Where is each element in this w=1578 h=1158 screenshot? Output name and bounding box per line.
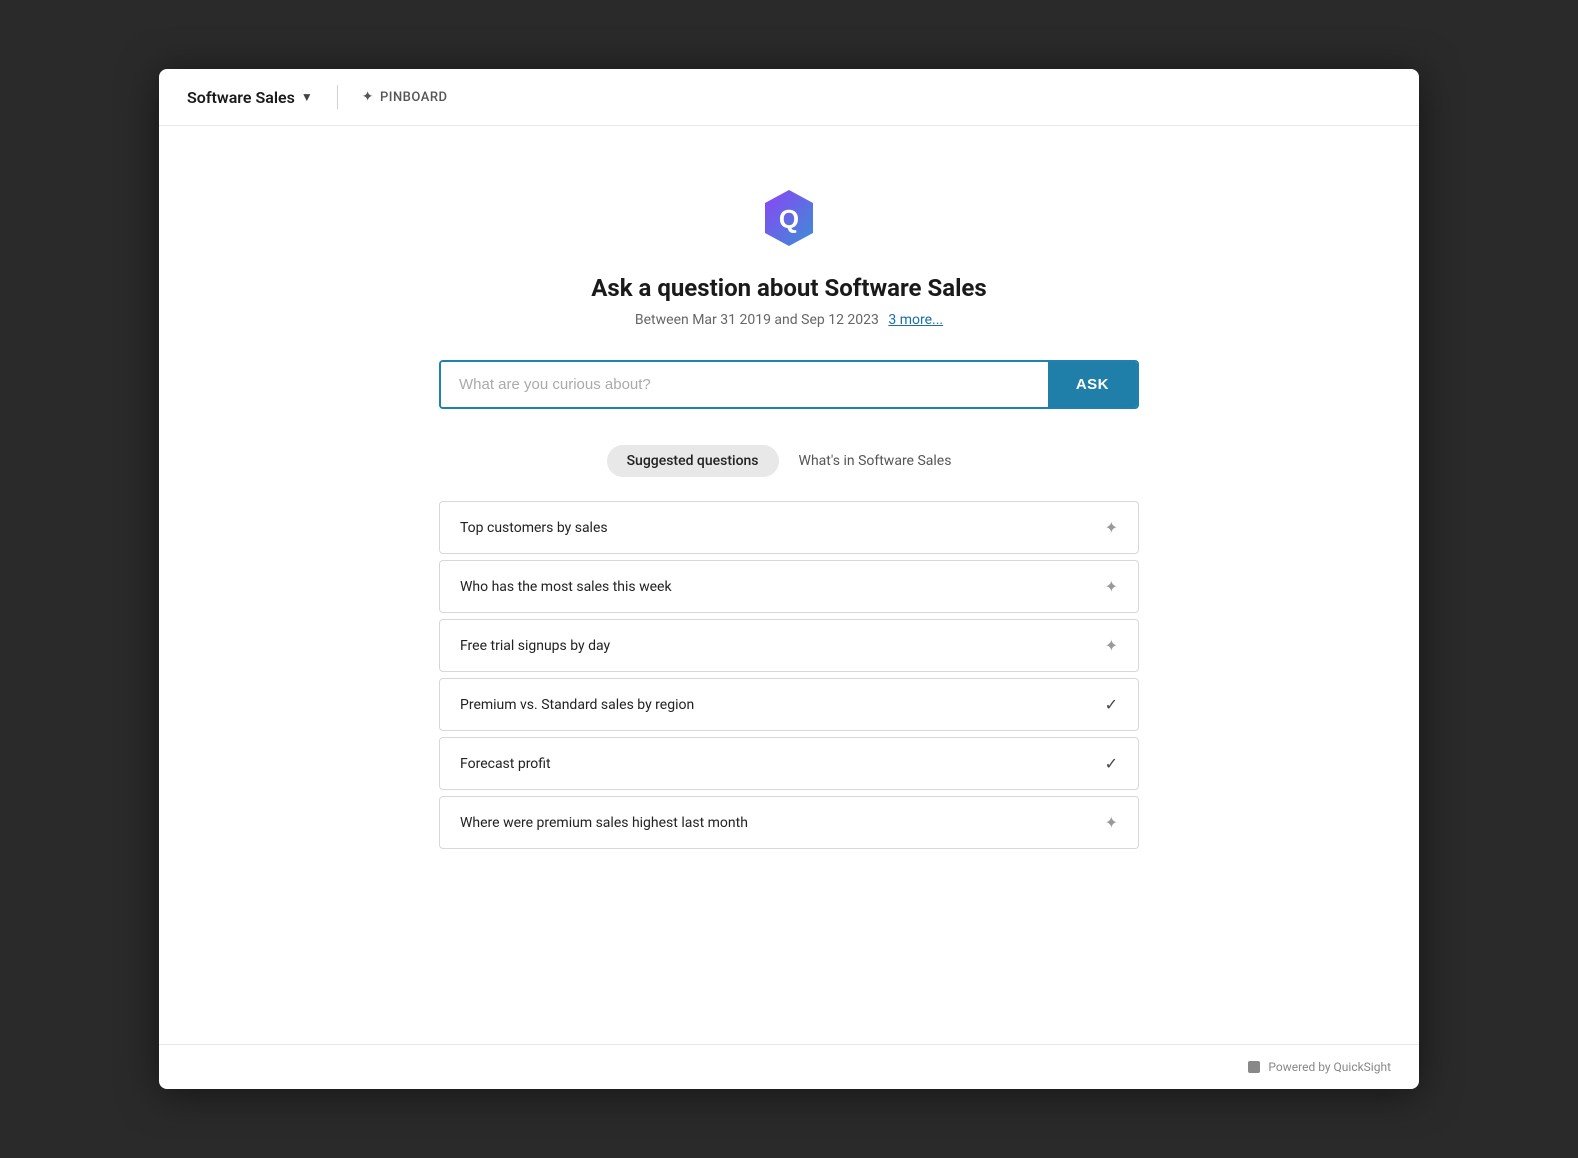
sparkle-icon-0: ✦	[1105, 518, 1118, 537]
question-text-0: Top customers by sales	[460, 520, 608, 536]
logo-container: Q	[757, 186, 821, 254]
powered-by-text: Powered by QuickSight	[1268, 1060, 1391, 1074]
question-text-3: Premium vs. Standard sales by region	[460, 697, 694, 713]
page-title: Ask a question about Software Sales	[591, 274, 986, 302]
sparkle-icon-2: ✦	[1105, 636, 1118, 655]
ask-button[interactable]: ASK	[1048, 362, 1137, 407]
tab-whats-in-software-sales[interactable]: What's in Software Sales	[779, 445, 972, 477]
pinboard-label: PINBOARD	[380, 90, 448, 105]
pin-icon: ✦	[362, 89, 374, 105]
search-input[interactable]	[441, 362, 1048, 407]
header: Software Sales ▼ ✦ PINBOARD	[159, 69, 1419, 126]
pinboard-nav[interactable]: ✦ PINBOARD	[362, 89, 448, 105]
sparkle-icon-5: ✦	[1105, 813, 1118, 832]
question-text-1: Who has the most sales this week	[460, 579, 672, 595]
question-text-2: Free trial signups by day	[460, 638, 610, 654]
question-item-1[interactable]: Who has the most sales this week ✦	[439, 560, 1139, 613]
questions-list: Top customers by sales ✦ Who has the mos…	[439, 501, 1139, 849]
question-text-4: Forecast profit	[460, 756, 551, 772]
powered-by: Powered by QuickSight	[1246, 1059, 1391, 1075]
brand-name: Software Sales	[187, 88, 295, 107]
question-item-2[interactable]: Free trial signups by day ✦	[439, 619, 1139, 672]
page-subtitle: Between Mar 31 2019 and Sep 12 2023 3 mo…	[635, 312, 943, 328]
check-icon-4: ✓	[1105, 754, 1118, 773]
sparkle-icon-1: ✦	[1105, 577, 1118, 596]
question-item-5[interactable]: Where were premium sales highest last mo…	[439, 796, 1139, 849]
tabs-container: Suggested questions What's in Software S…	[607, 445, 972, 477]
check-icon-3: ✓	[1105, 695, 1118, 714]
brand-dropdown[interactable]: Software Sales ▼	[187, 88, 313, 107]
question-text-5: Where were premium sales highest last mo…	[460, 815, 748, 831]
question-item-0[interactable]: Top customers by sales ✦	[439, 501, 1139, 554]
app-window: Software Sales ▼ ✦ PINBOARD Q	[159, 69, 1419, 1089]
header-divider	[337, 85, 338, 109]
footer: Powered by QuickSight	[159, 1044, 1419, 1089]
tab-suggested-questions[interactable]: Suggested questions	[607, 445, 779, 477]
quicksight-footer-icon	[1246, 1059, 1262, 1075]
main-content: Q Ask a question about Software Sales Be…	[159, 126, 1419, 1044]
question-item-4[interactable]: Forecast profit ✓	[439, 737, 1139, 790]
app-logo: Q	[757, 186, 821, 250]
subtitle-text: Between Mar 31 2019 and Sep 12 2023	[635, 312, 879, 328]
svg-text:Q: Q	[779, 204, 799, 234]
chevron-down-icon: ▼	[301, 90, 313, 104]
search-container: ASK	[439, 360, 1139, 409]
question-item-3[interactable]: Premium vs. Standard sales by region ✓	[439, 678, 1139, 731]
more-filters-link[interactable]: 3 more...	[888, 312, 943, 328]
